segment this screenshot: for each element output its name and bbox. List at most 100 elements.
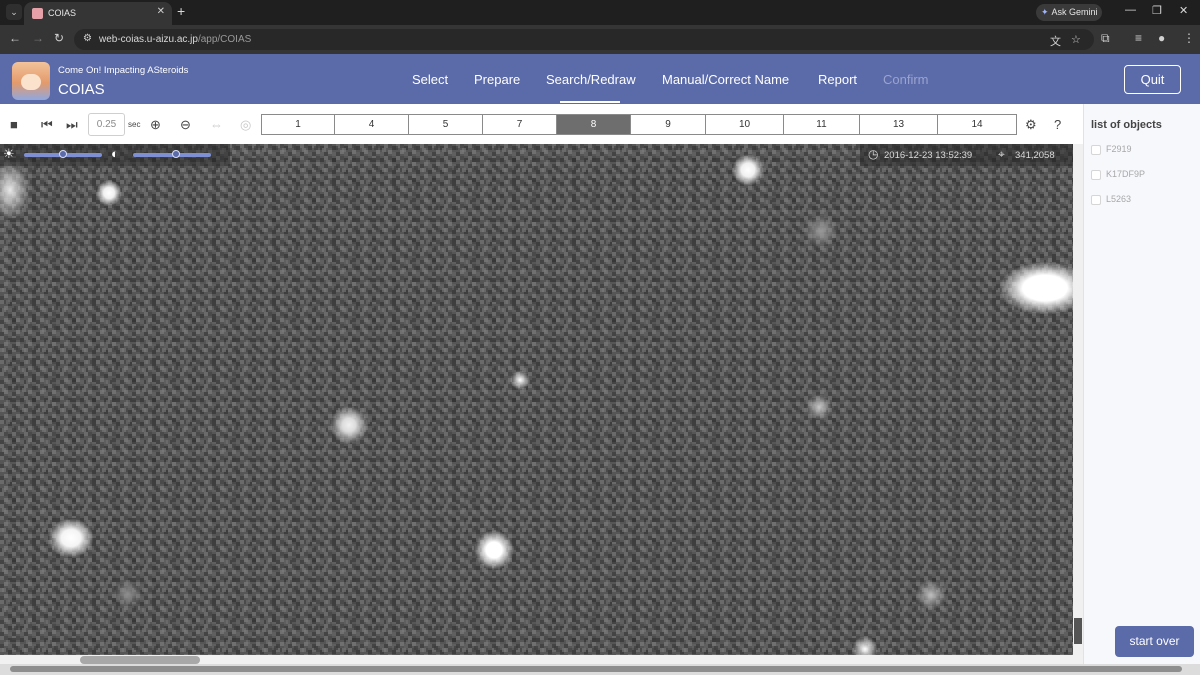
frame-selector: 1 4 5 7 8 9 10 11 13 14: [261, 114, 1017, 135]
gemini-spark-icon: ✦: [1041, 7, 1049, 17]
object-checkbox[interactable]: [1091, 145, 1101, 155]
url-host: web-coias.u-aizu.ac.jp: [99, 34, 198, 45]
back-icon[interactable]: ←: [9, 31, 21, 45]
profile-avatar-icon[interactable]: ●: [1158, 31, 1165, 45]
target-crosshair-icon: ⌖: [998, 147, 1005, 161]
ask-gemini-label: Ask Gemini: [1051, 7, 1098, 17]
start-over-button[interactable]: start over: [1115, 626, 1194, 657]
logo-character: [21, 74, 41, 90]
tab-search-icon[interactable]: ⌄: [6, 4, 22, 20]
viewer-vertical-scrollbar[interactable]: [1073, 144, 1083, 655]
cursor-coordinates: 341,2058: [1015, 150, 1055, 161]
site-info-icon[interactable]: ⚙: [83, 33, 92, 44]
contrast-slider[interactable]: [133, 150, 211, 158]
object-label: F2919: [1106, 144, 1132, 154]
sky-image-viewer[interactable]: ☀ ◐ ◷ 2016-12-23 13:52:39 ⌖ 341,2058: [0, 144, 1073, 655]
brightness-slider-knob[interactable]: [59, 150, 67, 158]
star-object: [804, 214, 838, 248]
nav-confirm: Confirm: [883, 72, 929, 87]
reload-icon[interactable]: ↻: [54, 31, 64, 45]
frame-button-7[interactable]: 7: [483, 115, 557, 134]
speed-input[interactable]: 0.25: [88, 113, 125, 136]
star-object: [852, 636, 878, 655]
extensions-icon[interactable]: ⧉: [1101, 31, 1110, 46]
star-object: [474, 530, 514, 570]
nav-report[interactable]: Report: [818, 72, 857, 87]
frame-button-11[interactable]: 11: [784, 115, 860, 134]
next-frame-icon[interactable]: ⏭: [66, 117, 78, 133]
star-object: [114, 580, 142, 608]
forward-icon[interactable]: →: [32, 31, 44, 45]
observation-timestamp: 2016-12-23 13:52:39: [884, 150, 973, 161]
ask-gemini-button[interactable]: ✦ Ask Gemini: [1036, 4, 1102, 21]
clock-icon: ◷: [868, 147, 879, 161]
asteroid-candidate: [510, 370, 530, 390]
close-window-icon[interactable]: ✕: [1179, 4, 1188, 17]
star-object: [732, 154, 764, 186]
minimize-icon[interactable]: —: [1125, 4, 1136, 16]
url-path: /app/COIAS: [197, 34, 252, 45]
browser-toolbar: ← → ↻ ⚙ web-coias.u-aizu.ac.jp/app/COIAS…: [0, 25, 1200, 54]
app-brand: COIAS: [58, 81, 105, 98]
frame-button-9[interactable]: 9: [631, 115, 706, 134]
nav-select[interactable]: Select: [412, 72, 448, 87]
frame-button-1[interactable]: 1: [262, 115, 335, 134]
speed-unit-label: sec: [128, 120, 141, 129]
brightness-slider[interactable]: [24, 150, 102, 158]
star-object: [48, 518, 94, 558]
previous-frame-icon[interactable]: ⏮: [41, 117, 53, 133]
objects-panel-title: list of objects: [1091, 119, 1162, 131]
star-object: [96, 180, 122, 206]
contrast-icon: ◐: [111, 146, 119, 161]
quit-button[interactable]: Quit: [1124, 65, 1181, 94]
viewer-horizontal-scroll-thumb[interactable]: [80, 656, 200, 664]
object-label: K17DF9P: [1106, 169, 1146, 179]
visibility-icon: ◎: [240, 117, 252, 132]
maximize-icon[interactable]: ❐: [1152, 4, 1162, 17]
help-icon[interactable]: ?: [1054, 117, 1061, 132]
contrast-slider-knob[interactable]: [171, 150, 180, 158]
bookmark-star-icon[interactable]: ☆: [1071, 33, 1081, 46]
sky-image: [0, 144, 1073, 655]
object-label: L5263: [1106, 194, 1132, 204]
frame-button-10[interactable]: 10: [706, 115, 784, 134]
zoom-in-icon[interactable]: ⊕: [150, 117, 161, 133]
object-checkbox[interactable]: [1091, 195, 1101, 205]
link-icon: ⇔: [210, 117, 223, 132]
address-bar[interactable]: ⚙ web-coias.u-aizu.ac.jp/app/COIAS 文 ☆: [74, 29, 1094, 50]
app-subtitle: Come On! Impacting ASteroids: [58, 65, 189, 76]
stop-icon[interactable]: ■: [10, 117, 18, 132]
browser-menu-icon[interactable]: ⋮: [1183, 31, 1195, 45]
brightness-icon: ☀: [3, 146, 15, 161]
frame-button-13[interactable]: 13: [860, 115, 938, 134]
active-nav-indicator: [560, 101, 620, 103]
translate-icon[interactable]: 文: [1050, 33, 1061, 49]
frame-button-4[interactable]: 4: [335, 115, 409, 134]
nav-prepare[interactable]: Prepare: [474, 72, 520, 87]
tab-title: COIAS: [48, 8, 77, 18]
star-object: [330, 406, 368, 444]
settings-gear-icon[interactable]: ⚙: [1025, 117, 1037, 133]
star-object: [916, 580, 946, 610]
object-checkbox[interactable]: [1091, 170, 1101, 180]
image-info-bar: ◷ 2016-12-23 13:52:39 ⌖ 341,2058: [860, 144, 1073, 166]
image-adjust-controls: ☀ ◐: [0, 144, 230, 166]
frame-button-8[interactable]: 8: [557, 115, 631, 134]
coias-logo: [12, 62, 50, 100]
viewer-vertical-scroll-thumb[interactable]: [1074, 618, 1082, 644]
close-tab-icon[interactable]: ✕: [157, 6, 165, 17]
objects-panel: [1083, 104, 1200, 664]
frame-button-5[interactable]: 5: [409, 115, 483, 134]
browser-tab-strip: ⌄ COIAS ✕ + ✦ Ask Gemini — ❐ ✕: [0, 0, 1200, 25]
coias-favicon-icon: [32, 8, 43, 19]
zoom-out-icon[interactable]: ⊖: [180, 117, 191, 133]
browser-tab[interactable]: COIAS ✕: [24, 2, 172, 25]
media-icon[interactable]: ≡: [1135, 31, 1142, 45]
nav-search-redraw[interactable]: Search/Redraw: [546, 72, 636, 87]
frame-button-14[interactable]: 14: [938, 115, 1016, 134]
url-text: web-coias.u-aizu.ac.jp/app/COIAS: [99, 34, 251, 45]
new-tab-button[interactable]: +: [177, 3, 185, 19]
page-horizontal-scroll-thumb[interactable]: [10, 666, 1182, 672]
nav-manual-correct-name[interactable]: Manual/Correct Name: [662, 72, 789, 87]
star-object: [806, 394, 832, 420]
